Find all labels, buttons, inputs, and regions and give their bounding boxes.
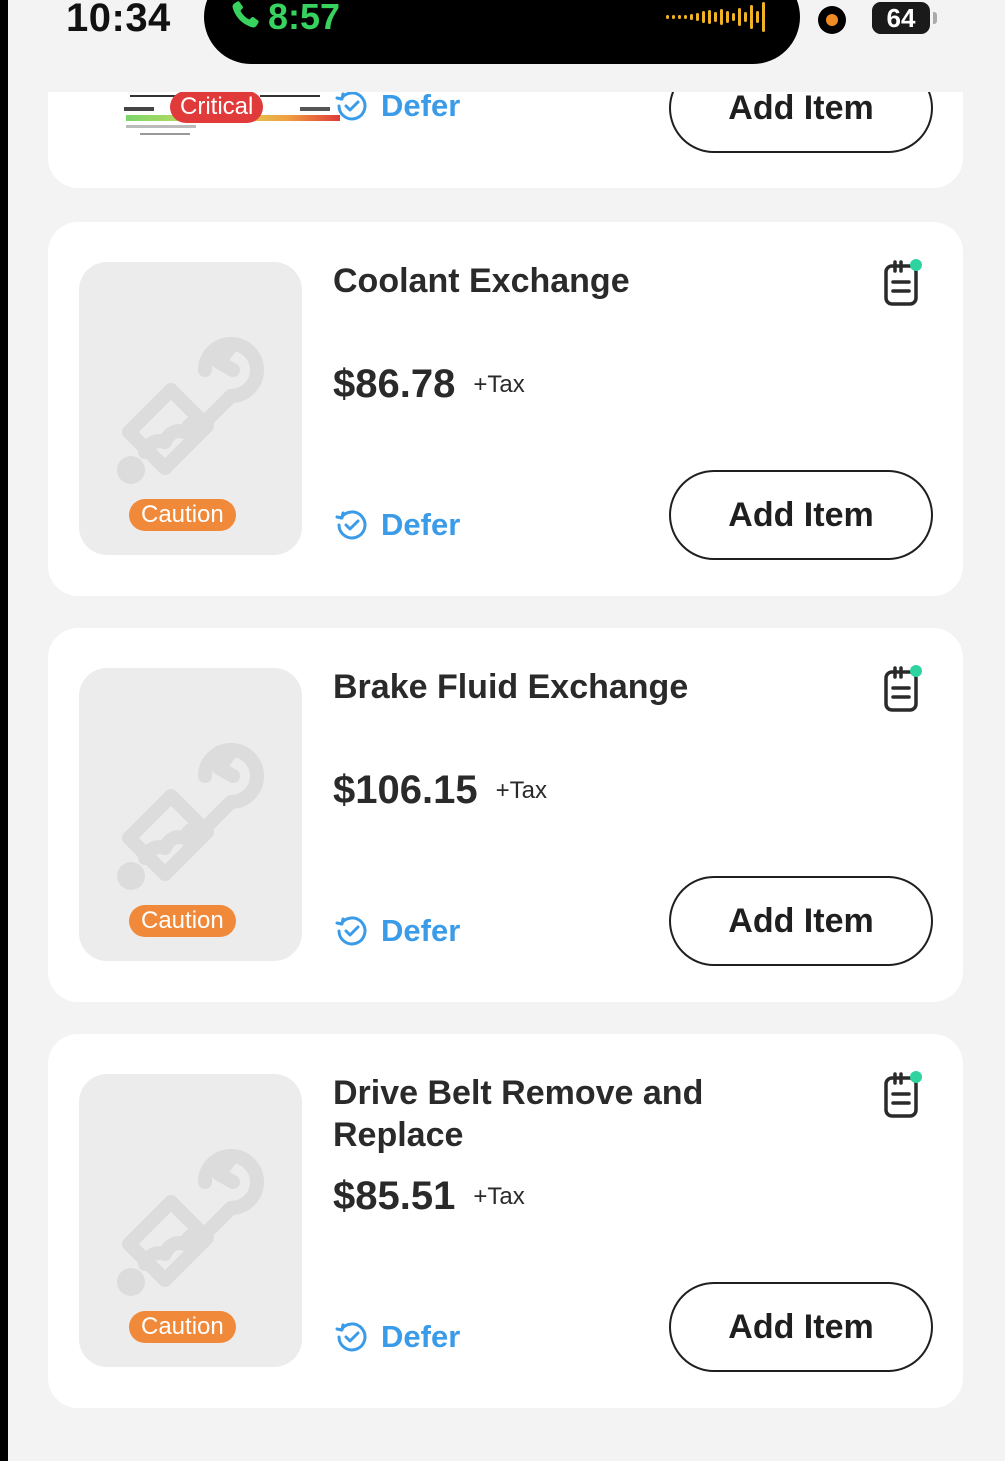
recording-indicator: [818, 6, 846, 34]
critical-badge: Critical: [170, 91, 264, 123]
service-card: Caution Drive Belt Remove and Replace $8…: [48, 1034, 963, 1408]
battery-tip: [933, 12, 937, 24]
wrench-plug-icon: [117, 337, 264, 484]
add-item-button[interactable]: Add Item: [669, 1282, 933, 1372]
battery-percent: 64: [886, 3, 916, 33]
wrench-plug-icon: [117, 1149, 264, 1296]
defer-label: Defer: [381, 507, 461, 542]
defer-button[interactable]: Defer: [335, 913, 460, 949]
add-item-button[interactable]: Add Item: [669, 876, 933, 966]
status-bar: 10:34 8:57 64: [8, 0, 1005, 92]
tax-label: +Tax: [495, 776, 547, 804]
tax-label: +Tax: [473, 370, 525, 398]
price-row: $85.51 +Tax: [333, 1174, 525, 1219]
tax-label: +Tax: [473, 1182, 525, 1210]
service-title: Drive Belt Remove and Replace: [333, 1074, 704, 1154]
caution-badge: Caution: [129, 905, 236, 937]
defer-button[interactable]: Defer: [335, 88, 460, 124]
service-title: Brake Fluid Exchange: [333, 668, 689, 706]
defer-label: Defer: [381, 1319, 461, 1354]
defer-button[interactable]: Defer: [335, 1319, 460, 1355]
price-row: $106.15 +Tax: [333, 768, 547, 813]
dynamic-island[interactable]: 8:57: [204, 0, 800, 64]
service-thumbnail: Caution: [79, 1074, 302, 1367]
call-timer: 8:57: [268, 0, 341, 37]
clock: 10:34: [66, 0, 171, 40]
price: $86.78: [333, 362, 456, 406]
service-title: Coolant Exchange: [333, 262, 630, 300]
notes-icon[interactable]: [883, 1070, 925, 1120]
service-thumbnail: Caution: [79, 262, 302, 555]
wrench-plug-icon: [117, 743, 264, 890]
waveform-icon: [666, 2, 765, 32]
caution-badge: Caution: [129, 1311, 236, 1343]
battery-indicator: 64: [872, 2, 930, 34]
price: $85.51: [333, 1174, 456, 1218]
defer-clock-icon: [335, 510, 367, 540]
service-thumbnail: Caution: [79, 668, 302, 961]
notes-icon[interactable]: [883, 258, 925, 308]
defer-label: Defer: [381, 88, 461, 123]
defer-clock-icon: [335, 1322, 367, 1352]
screen: 10:34 8:57 64 Critical Defer Add Item Ca…: [8, 0, 1005, 1461]
caution-badge: Caution: [129, 499, 236, 531]
add-item-button[interactable]: Add Item: [669, 470, 933, 560]
defer-clock-icon: [335, 91, 367, 121]
phone-icon: [232, 1, 259, 28]
price-row: $86.78 +Tax: [333, 362, 525, 407]
service-card: Caution Brake Fluid Exchange $106.15 +Tax…: [48, 628, 963, 1002]
price: $106.15: [333, 768, 478, 812]
defer-button[interactable]: Defer: [335, 507, 460, 543]
defer-label: Defer: [381, 913, 461, 948]
service-card: Caution Coolant Exchange $86.78 +Tax Defe…: [48, 222, 963, 596]
defer-clock-icon: [335, 916, 367, 946]
notes-icon[interactable]: [883, 664, 925, 714]
